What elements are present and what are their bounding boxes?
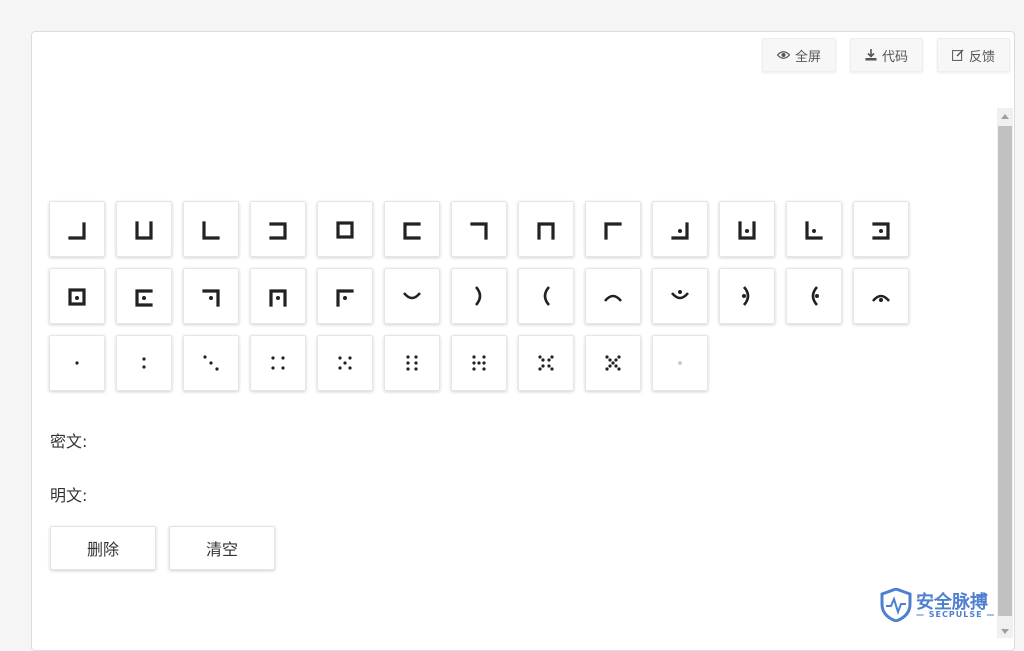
eye-icon — [776, 50, 790, 60]
key-dots-3[interactable] — [183, 335, 239, 391]
key-pigpen-dot-8[interactable] — [250, 268, 306, 324]
watermark-subtitle: — SECPULSE — — [916, 610, 996, 619]
key-pigpen-4[interactable] — [250, 201, 306, 257]
vertical-scrollbar[interactable] — [997, 108, 1013, 638]
key-v-dot-right[interactable] — [719, 268, 775, 324]
pigpen-3-icon — [202, 221, 220, 240]
toolbar: 全屏 代码 反馈 — [761, 38, 1010, 72]
dots-5-icon — [338, 356, 352, 370]
pigpen-9-icon — [604, 222, 622, 240]
key-pigpen-3[interactable] — [183, 201, 239, 257]
v-left-icon — [543, 286, 551, 306]
key-pigpen-5[interactable] — [317, 201, 373, 257]
pigpen-dot-3-icon — [805, 221, 823, 240]
pigpen-8-icon — [537, 222, 555, 240]
dots-3-icon — [203, 355, 219, 371]
v-right-icon — [474, 286, 482, 306]
key-v-dot-left[interactable] — [786, 268, 842, 324]
key-pigpen-8[interactable] — [518, 201, 574, 257]
shield-icon — [880, 588, 912, 622]
pigpen-dot-6-icon — [135, 289, 153, 307]
key-dots-6[interactable] — [384, 335, 440, 391]
delete-button[interactable]: 删除 — [50, 526, 156, 570]
pigpen-dot-9-icon — [336, 289, 354, 307]
dots-4-icon — [271, 356, 285, 370]
pigpen-dot-2-icon — [738, 221, 756, 240]
key-pigpen-9[interactable] — [585, 201, 641, 257]
pigpen-dot-4-icon — [872, 222, 890, 240]
key-pigpen-7[interactable] — [451, 201, 507, 257]
pigpen-dot-1-icon — [671, 222, 689, 240]
pigpen-dot-8-icon — [269, 289, 287, 307]
key-pigpen-dot-9[interactable] — [317, 268, 373, 324]
key-pigpen-dot-3[interactable] — [786, 201, 842, 257]
key-pigpen-6[interactable] — [384, 201, 440, 257]
key-dots-7[interactable] — [451, 335, 507, 391]
code-button[interactable]: 代码 — [849, 38, 923, 72]
v-dot-left-icon — [811, 286, 819, 306]
fullscreen-label: 全屏 — [794, 49, 821, 65]
secpulse-watermark: 安全脉搏 — SECPULSE — — [880, 586, 1010, 626]
scroll-down-arrow-icon[interactable] — [1001, 629, 1009, 634]
key-v-dot-top[interactable] — [853, 268, 909, 324]
v-top-icon — [603, 294, 623, 302]
scrollbar-thumb[interactable] — [998, 126, 1012, 616]
key-pigpen-dot-4[interactable] — [853, 201, 909, 257]
key-v-top[interactable] — [585, 268, 641, 324]
pigpen-dot-5-icon — [68, 288, 86, 306]
key-v-right[interactable] — [451, 268, 507, 324]
key-dots-2[interactable] — [116, 335, 172, 391]
download-icon — [865, 49, 877, 61]
scroll-up-arrow-icon[interactable] — [1001, 114, 1009, 119]
key-dots-8[interactable] — [518, 335, 574, 391]
v-dot-top-icon — [871, 294, 891, 302]
key-v-bottom[interactable] — [384, 268, 440, 324]
dots-9-icon — [605, 355, 621, 371]
clear-button[interactable]: 清空 — [169, 526, 275, 570]
pigpen-4-icon — [269, 222, 287, 240]
pigpen-5-icon — [336, 221, 354, 239]
key-pigpen-dot-1[interactable] — [652, 201, 708, 257]
code-label: 代码 — [881, 49, 908, 65]
key-dot-light[interactable] — [652, 335, 708, 391]
dot-light-icon — [678, 361, 682, 365]
dots-8-icon — [538, 355, 554, 371]
plaintext-label: 明文: — [50, 486, 88, 505]
feedback-button[interactable]: 反馈 — [936, 38, 1010, 72]
pigpen-2-icon — [135, 221, 153, 240]
key-pigpen-dot-2[interactable] — [719, 201, 775, 257]
pigpen-6-icon — [403, 222, 421, 240]
key-dots-4[interactable] — [250, 335, 306, 391]
key-pigpen-dot-5[interactable] — [49, 268, 105, 324]
key-pigpen-1[interactable] — [49, 201, 105, 257]
pigpen-7-icon — [470, 222, 488, 240]
edit-icon — [952, 49, 964, 61]
key-dots-1[interactable] — [49, 335, 105, 391]
dots-7-icon — [472, 355, 486, 371]
feedback-label: 反馈 — [968, 49, 995, 65]
v-bottom-icon — [402, 292, 422, 300]
key-dots-5[interactable] — [317, 335, 373, 391]
fullscreen-button[interactable]: 全屏 — [761, 38, 836, 72]
dots-1-icon — [75, 361, 79, 365]
v-dot-bottom-icon — [670, 290, 690, 300]
key-dots-9[interactable] — [585, 335, 641, 391]
dots-2-icon — [142, 357, 146, 369]
key-pigpen-dot-6[interactable] — [116, 268, 172, 324]
key-v-left[interactable] — [518, 268, 574, 324]
cipher-panel: 全屏 代码 反馈 密文: 明文: 删除 清空 — [31, 31, 1015, 651]
key-pigpen-2[interactable] — [116, 201, 172, 257]
key-v-dot-bottom[interactable] — [652, 268, 708, 324]
ciphertext-label: 密文: — [50, 432, 88, 451]
v-dot-right-icon — [742, 286, 750, 306]
key-pigpen-dot-7[interactable] — [183, 268, 239, 324]
dots-6-icon — [406, 355, 418, 371]
pigpen-dot-7-icon — [202, 289, 220, 307]
pigpen-1-icon — [68, 222, 86, 240]
